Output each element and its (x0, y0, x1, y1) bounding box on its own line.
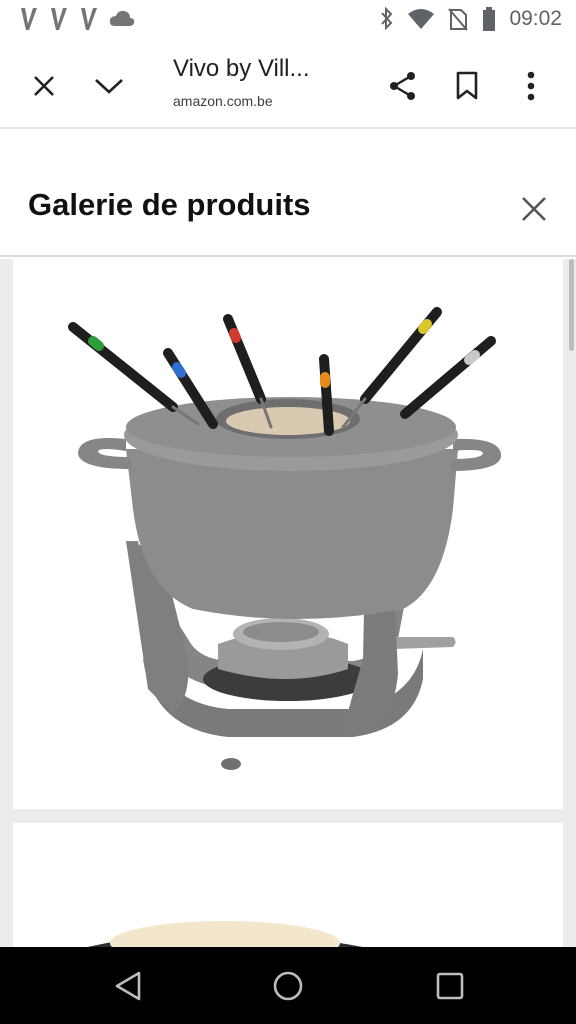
close-icon (34, 76, 54, 96)
bookmark-button[interactable] (443, 62, 491, 110)
custom-tab-toolbar: Vivo by Vill... amazon.com.be (0, 40, 576, 129)
page-title: Vivo by Vill... (173, 55, 310, 82)
share-icon (390, 72, 415, 100)
home-button[interactable] (263, 961, 313, 1011)
home-circle-icon (273, 971, 303, 1001)
gallery-header: Galerie de produits (0, 131, 576, 257)
product-image-card[interactable] (13, 259, 563, 809)
status-bar: 09:02 (0, 0, 576, 40)
bluetooth-icon (381, 6, 393, 31)
scrollbar[interactable] (569, 259, 574, 351)
close-tab-button[interactable] (20, 62, 68, 110)
battery-icon (483, 7, 496, 31)
close-icon (522, 197, 546, 221)
bookmark-icon (456, 71, 478, 100)
vivino-icon (51, 8, 67, 30)
cloud-icon (109, 10, 135, 26)
gallery-close-button[interactable] (510, 185, 558, 233)
share-button[interactable] (379, 62, 427, 110)
gallery-title: Galerie de produits (28, 187, 311, 222)
fondue-set-image (68, 307, 502, 770)
status-time: 09:02 (509, 7, 562, 30)
recents-square-icon (436, 972, 464, 1000)
back-button[interactable] (103, 961, 153, 1011)
back-triangle-icon (115, 971, 141, 1001)
more-options-button[interactable] (507, 62, 555, 110)
product-image-card[interactable] (13, 823, 563, 947)
minimize-button[interactable] (85, 62, 133, 110)
wifi-icon (408, 9, 435, 29)
vivino-icon (81, 8, 97, 30)
chevron-down-icon (95, 79, 123, 94)
recents-button[interactable] (425, 961, 475, 1011)
product-image-preview (87, 921, 363, 947)
page-url: amazon.com.be (173, 93, 273, 109)
navigation-bar (0, 947, 576, 1024)
no-sim-icon (448, 8, 469, 31)
vivino-icon (21, 8, 37, 30)
more-vert-icon (527, 71, 535, 101)
gallery-body[interactable] (0, 259, 576, 947)
